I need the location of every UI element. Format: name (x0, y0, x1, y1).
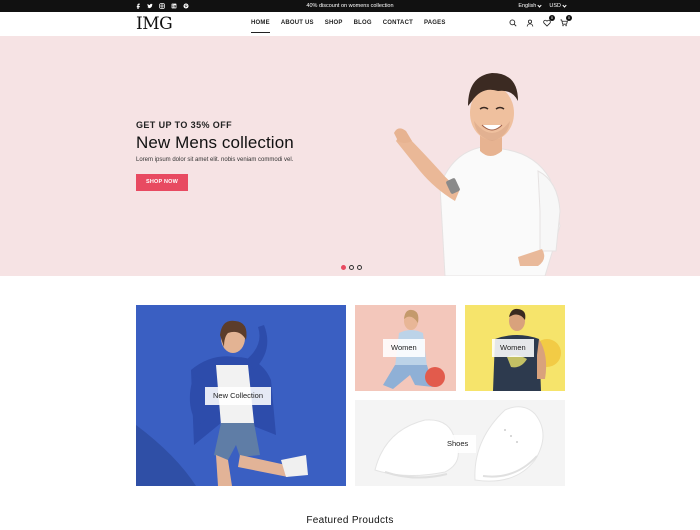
language-select[interactable]: English (518, 2, 542, 9)
nav-home[interactable]: HOME (251, 20, 270, 33)
currency-label: USD (549, 3, 561, 9)
tile-label: Women (383, 339, 425, 357)
hero-model-image (394, 73, 561, 276)
hero-title: New Mens collection (136, 133, 294, 152)
category-tile-new-collection[interactable]: New Collection (136, 305, 346, 486)
featured-products-title: Featured Proudcts (306, 515, 394, 526)
user-icon[interactable] (525, 18, 534, 28)
nav-blog[interactable]: BLOG (354, 20, 372, 33)
main-nav: HOME ABOUT US SHOP BLOG CONTACT PAGES (251, 20, 457, 33)
nav-about[interactable]: ABOUT US (281, 20, 314, 33)
search-icon[interactable] (508, 18, 517, 28)
hero-slider: GET UP TO 35% OFF New Mens collection Lo… (0, 36, 700, 276)
category-tile-women-2[interactable]: Women (465, 305, 565, 391)
slider-dot[interactable] (349, 265, 354, 270)
shop-now-button[interactable]: SHOP NOW (136, 174, 188, 191)
category-tile-shoes[interactable]: Shoes (355, 400, 565, 486)
category-tile-women[interactable]: Women (355, 305, 456, 391)
slider-dots (341, 265, 362, 270)
wishlist-heart-icon[interactable]: 0 (542, 15, 555, 28)
slider-dot[interactable] (341, 265, 346, 270)
language-label: English (518, 3, 537, 9)
topbar-selectors: English USD (518, 2, 567, 9)
nav-contact[interactable]: CONTACT (383, 20, 413, 33)
wishlist-count-badge: 0 (549, 15, 555, 21)
slider-dot[interactable] (357, 265, 362, 270)
cart-icon[interactable]: 0 (559, 15, 572, 28)
logo[interactable]: IMG (136, 14, 173, 34)
site-header: IMG HOME ABOUT US SHOP BLOG CONTACT PAGE… (0, 12, 700, 36)
cart-count-badge: 0 (566, 15, 572, 21)
chevron-down-icon (562, 2, 567, 8)
promo-text: 40% discount on womens collection (306, 3, 394, 9)
top-bar: 40% discount on womens collection Englis… (0, 0, 700, 12)
hero-description: Lorem ipsum dolor sit amet elit. nobis v… (136, 157, 294, 163)
hero-subtitle: GET UP TO 35% OFF (136, 120, 232, 130)
tile-label: Shoes (439, 435, 477, 453)
tile-label: Women (492, 339, 534, 357)
header-icons: 0 0 (508, 15, 572, 28)
nav-pages[interactable]: PAGES (424, 20, 446, 33)
chevron-down-icon (537, 2, 542, 8)
nav-shop[interactable]: SHOP (325, 20, 343, 33)
currency-select[interactable]: USD (549, 2, 567, 9)
tile-label: New Collection (205, 387, 272, 405)
hero-text: GET UP TO 35% OFF New Mens collection Lo… (136, 120, 294, 163)
